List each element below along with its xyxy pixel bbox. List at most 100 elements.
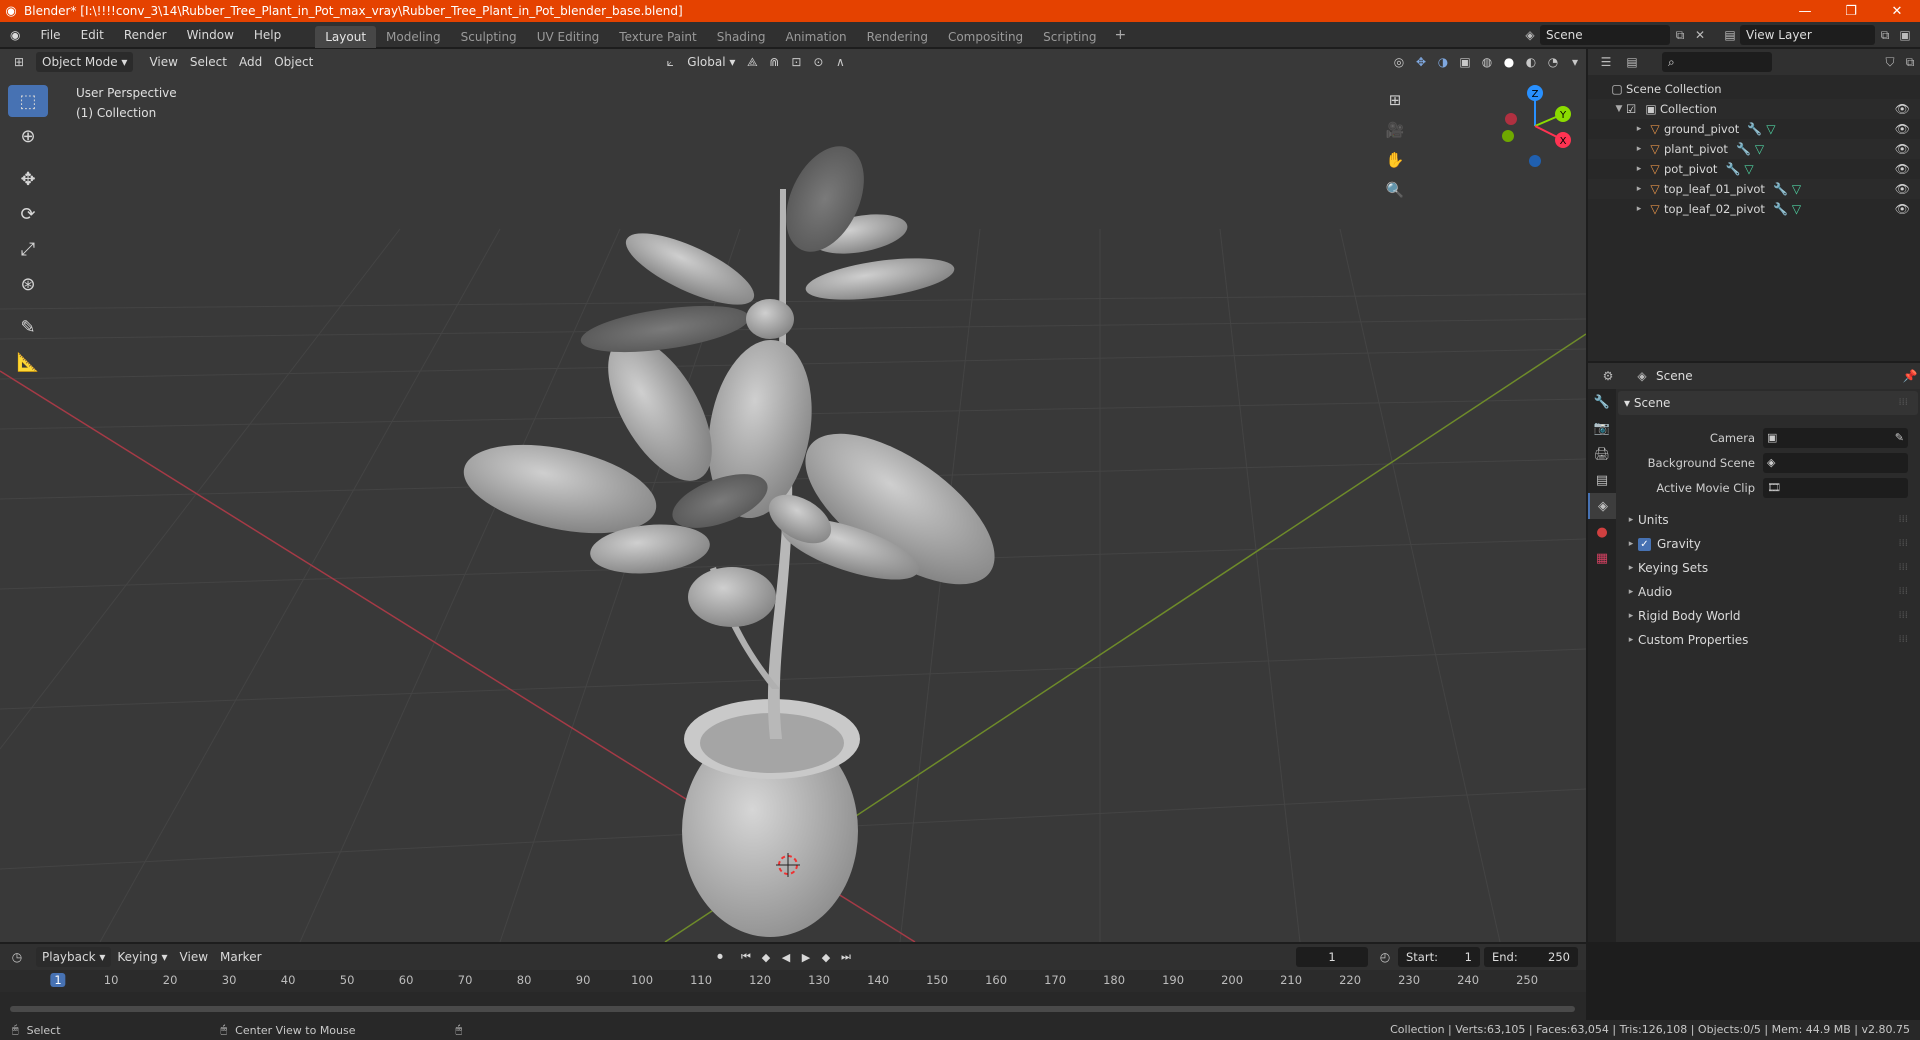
viewport-menu-view[interactable]: View	[143, 52, 183, 72]
outliner-row-object[interactable]: ▸ ▽ pot_pivot 🔧 ▽ 👁	[1588, 159, 1920, 179]
custom-properties-panel[interactable]: ▸ Custom Properties ⁞⁞⁞	[1618, 628, 1918, 652]
outliner-search-input[interactable]: ⌕	[1662, 52, 1772, 72]
xray-toggle-icon[interactable]: ▣	[1454, 52, 1476, 72]
properties-editor-icon[interactable]: ⚙	[1598, 366, 1618, 386]
output-tab-icon[interactable]: 🖨	[1588, 441, 1616, 467]
eye-icon[interactable]: 👁	[1895, 199, 1910, 219]
next-keyframe-icon[interactable]: ◆	[816, 947, 836, 967]
gravity-checkbox[interactable]: ✓	[1638, 537, 1651, 551]
maximize-button[interactable]: ❐	[1828, 0, 1874, 22]
collection-checkbox[interactable]: ☑	[1626, 102, 1642, 116]
viewport-menu-object[interactable]: Object	[268, 52, 319, 72]
material-shading-icon[interactable]: ◐	[1520, 52, 1542, 72]
timeline-view-menu[interactable]: View	[174, 947, 214, 967]
rotate-tool-icon[interactable]: ⟳	[8, 198, 48, 230]
overlay-toggle-icon[interactable]: ◑	[1432, 52, 1454, 72]
snap-icon[interactable]: ⋒	[763, 52, 785, 72]
play-icon[interactable]: ▶	[796, 947, 816, 967]
viewport-menu-add[interactable]: Add	[233, 52, 268, 72]
close-button[interactable]: ✕	[1874, 0, 1920, 22]
marker-menu[interactable]: Marker	[214, 947, 267, 967]
playback-menu[interactable]: Playback ▾	[36, 947, 112, 967]
gizmo-toggle-icon[interactable]: ✥	[1410, 52, 1432, 72]
editor-type-icon[interactable]: ⊞	[8, 52, 30, 72]
tool-tab-icon[interactable]: 🔧	[1588, 389, 1616, 415]
expand-triangle-icon[interactable]: ▸	[1632, 164, 1646, 174]
visibility-icon[interactable]: ◎	[1388, 52, 1410, 72]
delete-view-layer-icon[interactable]: ▣	[1895, 25, 1915, 45]
outliner-row-object[interactable]: ▸ ▽ top_leaf_02_pivot 🔧 ▽ 👁	[1588, 199, 1920, 219]
prev-keyframe-icon[interactable]: ◆	[756, 947, 776, 967]
tab-uv-editing[interactable]: UV Editing	[527, 26, 610, 48]
wireframe-shading-icon[interactable]: ◍	[1476, 52, 1498, 72]
end-frame-field[interactable]: End: 250	[1484, 947, 1578, 967]
menu-file[interactable]: File	[30, 22, 70, 48]
eye-icon[interactable]: 👁	[1895, 139, 1910, 159]
zoom-icon[interactable]: 🔍	[1380, 175, 1410, 205]
view-layer-selector[interactable]: ▤ View Layer ⧉ ▣	[1720, 25, 1915, 45]
rendered-shading-icon[interactable]: ◔	[1542, 52, 1564, 72]
background-scene-field[interactable]: ◈	[1763, 452, 1908, 473]
tab-modeling[interactable]: Modeling	[376, 26, 451, 48]
eye-icon[interactable]: 👁	[1895, 179, 1910, 199]
scene-name-field[interactable]: Scene	[1540, 25, 1670, 45]
blender-menu-icon[interactable]: ◉	[0, 22, 30, 48]
outliner-row-scene-collection[interactable]: ▢ Scene Collection	[1588, 79, 1920, 99]
toggle-view-grid-icon[interactable]: ⊞	[1380, 85, 1410, 115]
timeline-editor-icon[interactable]: ◷	[6, 947, 28, 967]
expand-triangle-icon[interactable]: ▸	[1632, 124, 1646, 134]
timeline-scrollbar[interactable]	[10, 1006, 1575, 1012]
eye-icon[interactable]: 👁	[1895, 99, 1910, 119]
tab-compositing[interactable]: Compositing	[938, 26, 1033, 48]
expand-triangle-icon[interactable]: ▸	[1632, 184, 1646, 194]
menu-render[interactable]: Render	[114, 22, 177, 48]
jump-end-icon[interactable]: ⏭	[836, 947, 856, 967]
tab-shading[interactable]: Shading	[707, 26, 776, 48]
menu-edit[interactable]: Edit	[71, 22, 114, 48]
clock-icon[interactable]: ◴	[1374, 947, 1396, 967]
eye-icon[interactable]: 👁	[1895, 119, 1910, 139]
jump-start-icon[interactable]: ⏮	[736, 947, 756, 967]
tab-texture-paint[interactable]: Texture Paint	[609, 26, 706, 48]
solid-shading-icon[interactable]: ●	[1498, 52, 1520, 72]
move-tool-icon[interactable]: ✥	[8, 163, 48, 195]
eye-icon[interactable]: 👁	[1895, 159, 1910, 179]
eyedropper-icon[interactable]: ✎	[1895, 431, 1904, 444]
view-layer-field[interactable]: View Layer	[1740, 25, 1875, 45]
add-workspace-icon[interactable]: +	[1107, 27, 1135, 43]
mode-dropdown[interactable]: Object Mode ▾	[36, 52, 134, 72]
delete-scene-icon[interactable]: ✕	[1690, 25, 1710, 45]
expand-triangle-icon[interactable]: ▸	[1632, 204, 1646, 214]
gravity-panel[interactable]: ▸ ✓ Gravity ⁞⁞⁞	[1618, 532, 1918, 556]
falloff-icon[interactable]: ∧	[829, 52, 851, 72]
collapse-triangle-icon[interactable]: ▼	[1612, 104, 1626, 114]
current-frame-field[interactable]: 1	[1296, 947, 1368, 967]
units-panel[interactable]: ▸ Units ⁞⁞⁞	[1618, 508, 1918, 532]
pivot-point-icon[interactable]: ⟁	[741, 52, 763, 72]
menu-help[interactable]: Help	[244, 22, 291, 48]
shading-options-icon[interactable]: ▾	[1564, 52, 1586, 72]
tab-scripting[interactable]: Scripting	[1033, 26, 1106, 48]
audio-panel[interactable]: ▸ Audio ⁞⁞⁞	[1618, 580, 1918, 604]
expand-triangle-icon[interactable]: ▸	[1632, 144, 1646, 154]
transform-orientation-dropdown[interactable]: Global ▾	[681, 52, 741, 72]
display-mode-icon[interactable]: ▤	[1622, 52, 1642, 72]
render-tab-icon[interactable]: 📷	[1588, 415, 1616, 441]
snap-target-icon[interactable]: ⊡	[785, 52, 807, 72]
scene-selector[interactable]: ◈ Scene ⧉ ✕	[1520, 25, 1710, 45]
new-view-layer-icon[interactable]: ⧉	[1875, 25, 1895, 45]
keying-menu[interactable]: Keying ▾	[111, 947, 173, 967]
outliner-row-object[interactable]: ▸ ▽ top_leaf_01_pivot 🔧 ▽ 👁	[1588, 179, 1920, 199]
3d-viewport[interactable]: ⊞ Object Mode ▾ View Select Add Object ⟀…	[0, 49, 1586, 942]
pan-hand-icon[interactable]: ✋	[1380, 145, 1410, 175]
tab-layout[interactable]: Layout	[315, 25, 377, 48]
viewport-menu-select[interactable]: Select	[184, 52, 233, 72]
scene-tab-icon[interactable]: ◈	[1588, 493, 1616, 519]
keying-sets-panel[interactable]: ▸ Keying Sets ⁞⁞⁞	[1618, 556, 1918, 580]
outliner-row-object[interactable]: ▸ ▽ ground_pivot 🔧 ▽ 👁	[1588, 119, 1920, 139]
play-reverse-icon[interactable]: ◀	[776, 947, 796, 967]
scale-tool-icon[interactable]: ⤢	[8, 233, 48, 265]
camera-field[interactable]: ▣ ✎	[1763, 427, 1908, 448]
outliner-editor-icon[interactable]: ☰	[1596, 52, 1616, 72]
tab-animation[interactable]: Animation	[775, 26, 856, 48]
